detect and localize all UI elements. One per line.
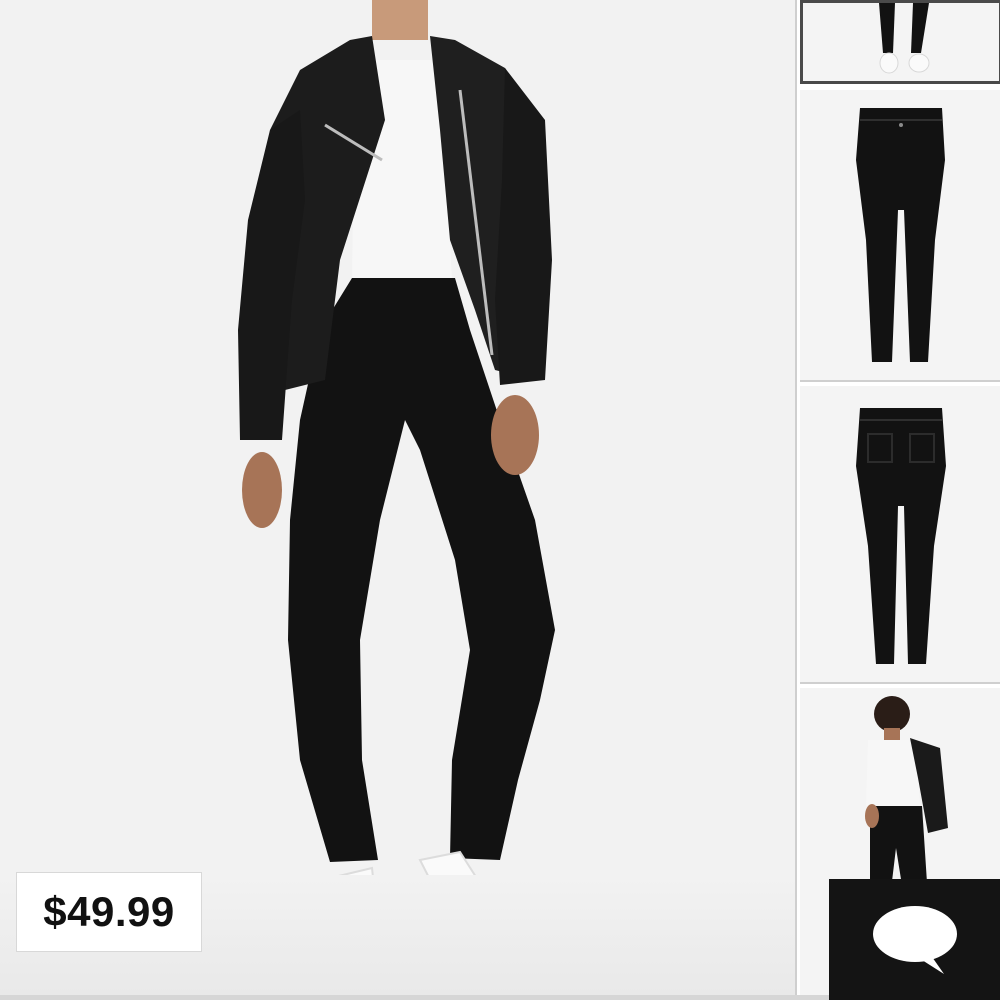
model-figure xyxy=(238,0,555,960)
speech-bubble-icon xyxy=(872,905,957,974)
product-gallery-page: $49.99 xyxy=(0,0,1000,1000)
main-product-image[interactable]: $49.99 xyxy=(0,0,795,995)
jeans-front-icon xyxy=(800,90,1000,380)
thumbnail-jeans-back[interactable] xyxy=(800,386,1000,684)
thumbnail-jeans-front[interactable] xyxy=(800,90,1000,382)
chat-button[interactable] xyxy=(829,879,1000,1000)
jeans-back-icon xyxy=(800,386,1000,682)
price-label: $49.99 xyxy=(43,888,175,935)
price-tag: $49.99 xyxy=(16,872,202,952)
thumbnail-strip xyxy=(795,0,1000,1000)
model-legs-icon xyxy=(803,3,999,81)
thumbnail-legs-sneakers[interactable] xyxy=(800,0,1000,84)
